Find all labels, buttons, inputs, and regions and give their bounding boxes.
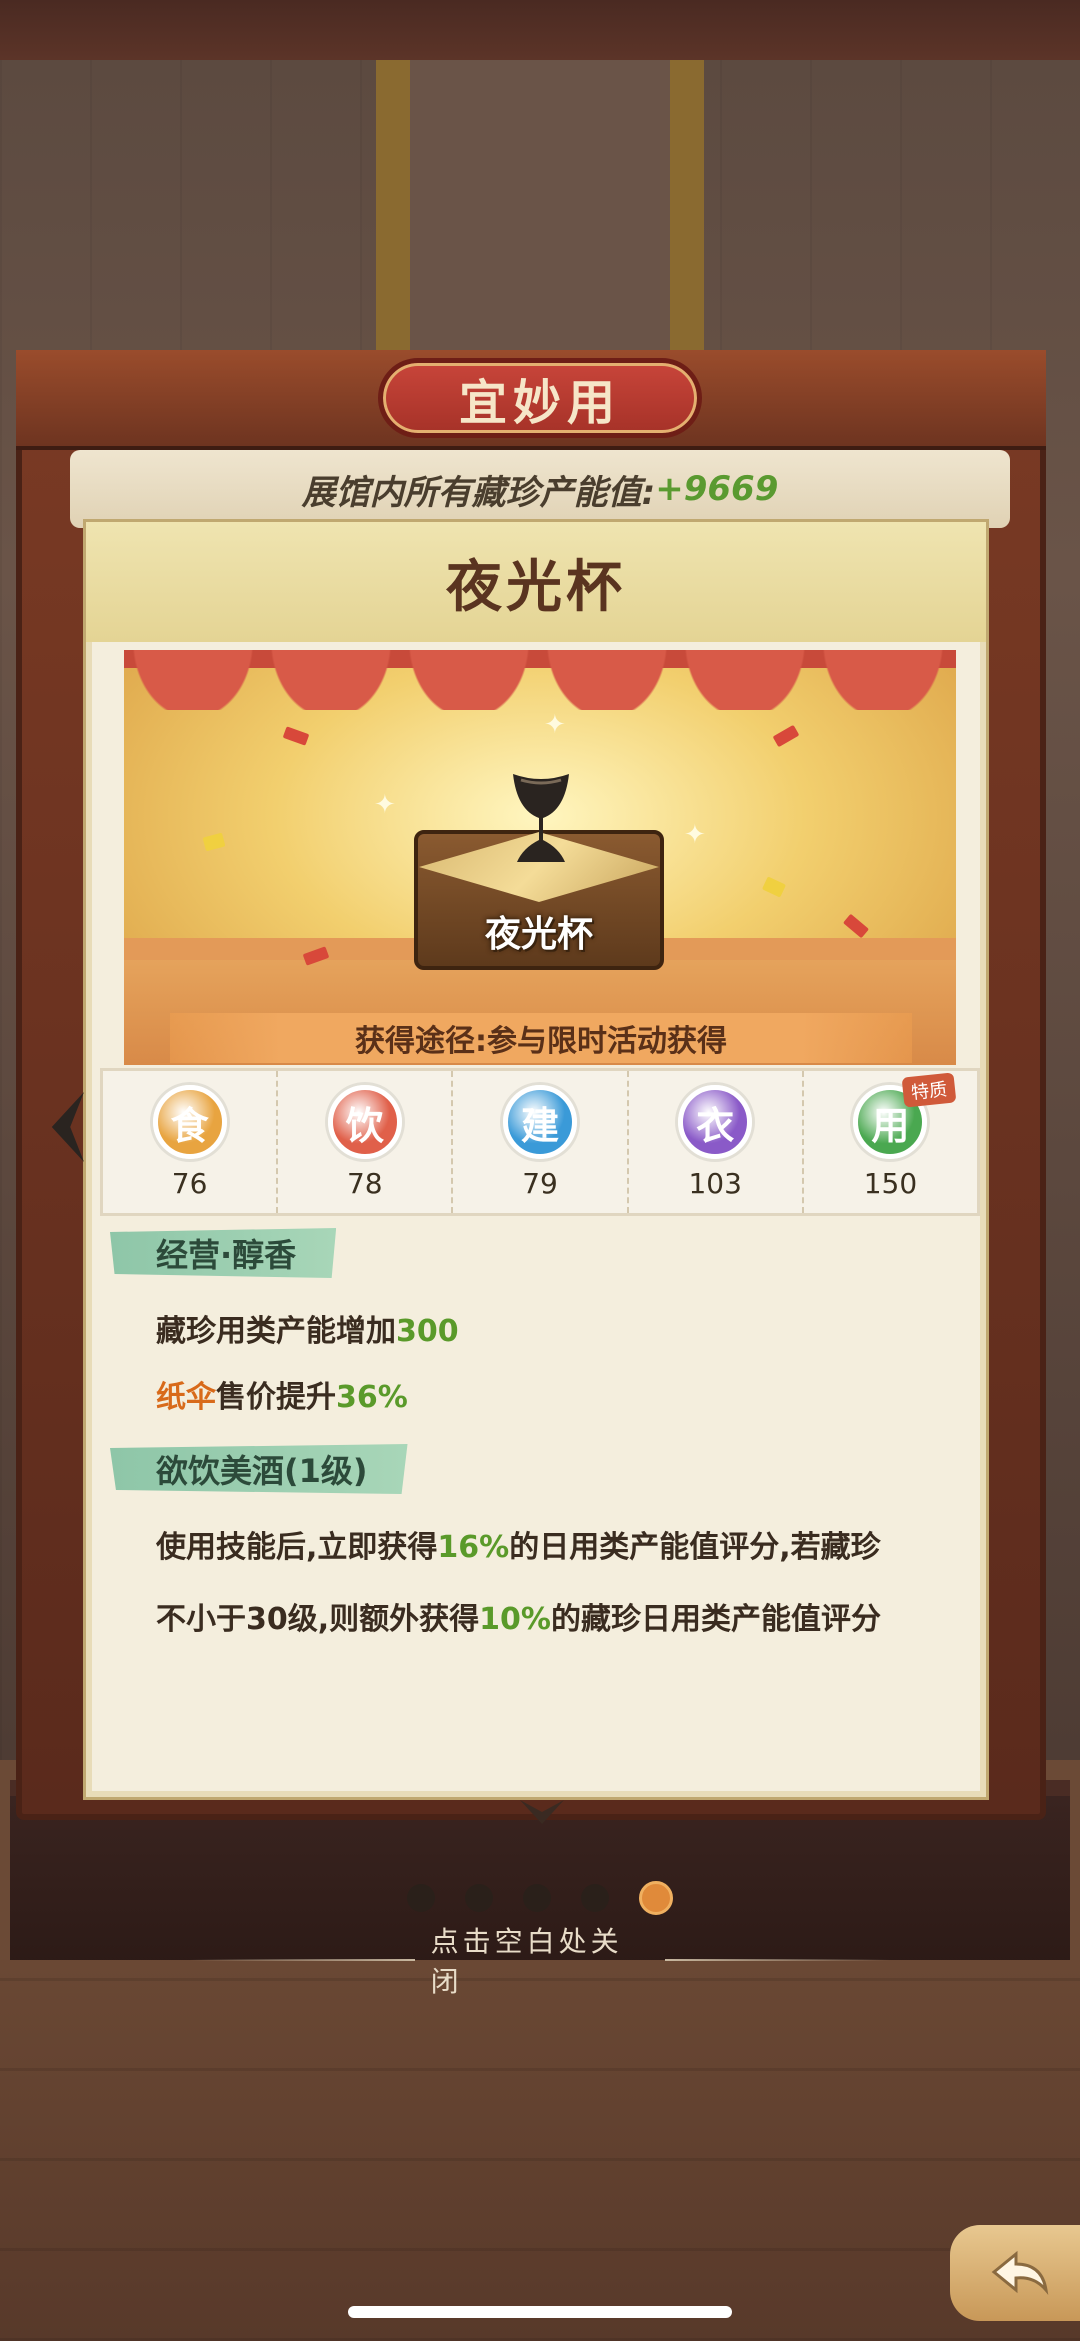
confetti bbox=[282, 726, 310, 746]
skill-text-segment: 10% bbox=[479, 1602, 551, 1637]
home-indicator[interactable] bbox=[348, 2306, 732, 2318]
divider bbox=[190, 1959, 415, 1961]
divider bbox=[665, 1959, 890, 1961]
attribute-food: 食 76 bbox=[103, 1071, 279, 1213]
special-trait-badge: 特质 bbox=[901, 1072, 957, 1108]
attribute-value: 103 bbox=[688, 1167, 742, 1200]
skill-line: 使用技能后,立即获得16%的日用类产能值评分,若藏珍 bbox=[156, 1522, 881, 1566]
skill-text-segment: 的日用类产能值评分,若藏珍 bbox=[509, 1530, 881, 1565]
skill-text-segment: 使用技能后,立即获得 bbox=[156, 1530, 438, 1565]
wooden-floor bbox=[0, 1960, 1080, 2341]
page-dot[interactable] bbox=[581, 1884, 609, 1912]
showcase-item-name: 夜光杯 bbox=[484, 914, 593, 955]
page-indicator bbox=[340, 1880, 740, 1916]
page-dot[interactable] bbox=[523, 1884, 551, 1912]
skill-text-segment: 16% bbox=[437, 1530, 510, 1565]
attribute-clothing: 衣 103 bbox=[629, 1071, 804, 1213]
attribute-row: 食 76 饮 78 建 79 衣 103 特质 用 150 bbox=[100, 1068, 980, 1216]
confetti bbox=[761, 876, 787, 898]
page-dot[interactable] bbox=[465, 1884, 493, 1912]
food-icon: 食 bbox=[152, 1085, 227, 1159]
total-stat-label: 展馆内所有藏珍产能值: bbox=[301, 472, 656, 513]
top-border bbox=[0, 0, 1080, 60]
skill-text-segment: 不小于30级,则额外获得 bbox=[156, 1602, 480, 1637]
luminous-cup-icon bbox=[513, 774, 569, 862]
attribute-value: 76 bbox=[171, 1167, 208, 1200]
skill-title: 欲饮美酒(1级) bbox=[110, 1444, 408, 1494]
confetti bbox=[842, 913, 870, 939]
build-icon: 建 bbox=[503, 1085, 577, 1159]
skill-text-segment: 300 bbox=[396, 1314, 459, 1349]
skill-text-segment: 36% bbox=[336, 1380, 408, 1415]
background-pillar bbox=[670, 60, 704, 360]
close-hint[interactable]: 点击空白处关闭 bbox=[190, 1925, 890, 1998]
attribute-utility: 特质 用 150 bbox=[804, 1071, 977, 1213]
category-plaque: 宜妙用 bbox=[378, 358, 702, 438]
close-hint-label: 点击空白处关闭 bbox=[430, 1925, 623, 1998]
curtain-scallops bbox=[124, 650, 956, 710]
category-title: 宜妙用 bbox=[458, 375, 621, 431]
skill-text-segment: 藏珍用类产能增加 bbox=[156, 1314, 396, 1349]
sparkle-icon: ✦ bbox=[544, 710, 566, 740]
skill-text-segment: 的藏珍日用类产能值评分 bbox=[550, 1602, 881, 1637]
attribute-value: 150 bbox=[863, 1167, 918, 1200]
attribute-drink: 饮 78 bbox=[278, 1071, 454, 1213]
page-dot[interactable] bbox=[407, 1884, 435, 1912]
attribute-value: 78 bbox=[346, 1167, 383, 1200]
total-stat-bar: 展馆内所有藏珍产能值: +9669 bbox=[70, 450, 1010, 528]
item-title: 夜光杯 bbox=[446, 553, 626, 620]
page-dot[interactable] bbox=[639, 1881, 673, 1915]
confetti bbox=[772, 724, 800, 748]
skill-text-segment: 纸伞 bbox=[156, 1380, 216, 1415]
acquisition-source: 获得途径:参与限时活动获得 bbox=[170, 1013, 912, 1063]
drink-icon: 饮 bbox=[327, 1085, 402, 1159]
skill-text-segment: 售价提升 bbox=[216, 1380, 336, 1415]
confetti bbox=[202, 832, 226, 852]
attribute-build: 建 79 bbox=[453, 1071, 629, 1213]
skill-line: 藏珍用类产能增加300 bbox=[156, 1306, 459, 1350]
sparkle-icon: ✦ bbox=[374, 790, 396, 820]
total-stat-value: +9669 bbox=[655, 469, 779, 509]
item-title-header: 夜光杯 bbox=[86, 522, 986, 642]
skill-line: 不小于30级,则额外获得10%的藏珍日用类产能值评分 bbox=[156, 1594, 881, 1638]
background-frame bbox=[410, 60, 680, 360]
attribute-value: 79 bbox=[522, 1167, 558, 1200]
back-arrow-icon bbox=[991, 2250, 1049, 2295]
background-pillar bbox=[376, 60, 410, 360]
sparkle-icon: ✦ bbox=[684, 820, 706, 850]
skill-line: 纸伞售价提升36% bbox=[156, 1372, 408, 1416]
clothing-icon: 衣 bbox=[678, 1085, 753, 1159]
back-button[interactable] bbox=[950, 2225, 1080, 2321]
skill-title: 经营·醇香 bbox=[110, 1228, 337, 1278]
item-showcase-stage: ✦ ✦ ✦ 夜光杯 bbox=[124, 650, 956, 1065]
